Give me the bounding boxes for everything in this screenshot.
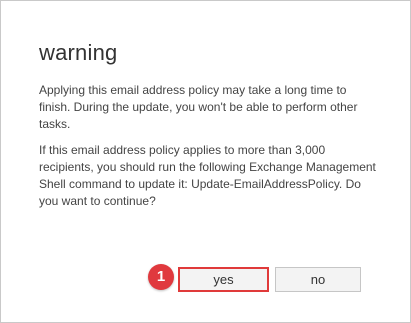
dialog-title: warning xyxy=(39,40,118,65)
no-button[interactable]: no xyxy=(275,267,361,292)
yes-button[interactable]: yes xyxy=(178,267,269,292)
warning-message-2: If this email address policy applies to … xyxy=(39,143,376,208)
step-number-badge: 1 xyxy=(148,264,174,290)
warning-message-1: Applying this email address policy may t… xyxy=(39,83,358,131)
warning-dialog: warning Applying this email address poli… xyxy=(0,0,411,323)
